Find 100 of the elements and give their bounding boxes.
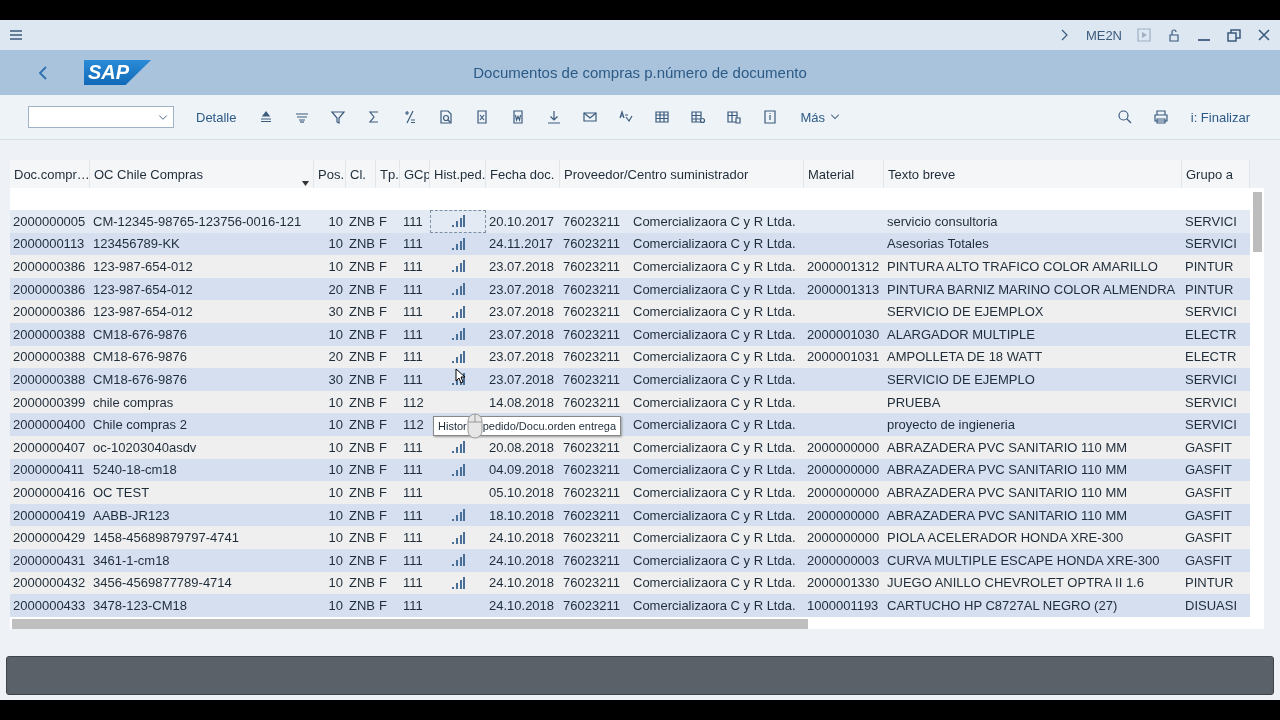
- table-cell-text: 23.07.2018: [488, 281, 556, 297]
- table-cell-text: PINTUR: [1184, 281, 1235, 297]
- table-cell-text: ZNB: [348, 326, 376, 342]
- table-cell-text: 123456789-KK: [92, 236, 181, 252]
- unlocked-lock-icon[interactable]: [1166, 27, 1182, 43]
- table-cell-text: SERVICI: [1184, 371, 1238, 387]
- table-cell-text: 76023211: [562, 439, 621, 455]
- table-cell-text: 2000000388: [12, 371, 87, 387]
- table-cell-text: CM18-676-9876: [92, 349, 188, 365]
- table-cell-text: 76023211: [562, 530, 621, 546]
- close-icon[interactable]: [1256, 27, 1272, 43]
- table-cell-text: 23.07.2018: [488, 326, 556, 342]
- document-search-icon[interactable]: [438, 109, 455, 125]
- detail-button[interactable]: Detalle: [194, 107, 239, 127]
- table-cell-text: Asesorias Totales: [886, 236, 990, 252]
- menu-icon[interactable]: [8, 27, 24, 43]
- scrollbar-thumb[interactable]: [12, 618, 808, 629]
- table-cell-text: 24.10.2018: [488, 552, 556, 568]
- table-cell-text: 3461-1-cm18: [92, 552, 171, 568]
- table-cell-text: PINTURA ALTO TRAFICO COLOR AMARILLO: [886, 259, 1159, 274]
- table-cell-text: Comercializaora C y R Ltda.: [632, 326, 797, 342]
- table-cell-text: 111: [402, 552, 424, 568]
- print-icon[interactable]: [1152, 109, 1169, 125]
- table-cell-text: 111: [402, 213, 424, 229]
- table-cell-text: ZNB: [348, 349, 376, 365]
- table-cell-text: Comercializaora C y R Ltda.: [632, 484, 797, 500]
- table-cell-text: 10: [327, 394, 344, 410]
- table-cell-text: 04.09.2018: [488, 462, 556, 478]
- table-cell-text: 76023211: [562, 281, 621, 297]
- table-cell-text: SERVICI: [1184, 394, 1238, 410]
- table-cell-text: ABRAZADERA PVC SANITARIO 110 MM: [886, 439, 1129, 455]
- layout-grid-icon[interactable]: [654, 109, 671, 125]
- sort-indicator-icon: [302, 181, 309, 186]
- table-cell-text: 3456-4569877789-4714: [92, 575, 233, 591]
- table-cell-text: 111: [402, 484, 424, 500]
- table-cell-text: Comercializaora C y R Ltda.: [632, 304, 797, 320]
- table-cell-text: 111: [402, 326, 424, 342]
- table-cell-text: 2000000000: [806, 462, 881, 478]
- more-button[interactable]: Más: [798, 107, 844, 127]
- table-cell-text: SERVICIO DE EJEMPLOX: [886, 304, 1045, 320]
- table-cell-text: 23.07.2018: [488, 259, 556, 274]
- table-cell-text: 2000000003: [806, 552, 881, 568]
- table-cell-text: CM-12345-98765-123756-0016-121: [92, 213, 303, 229]
- table-cell-text: ZNB: [348, 462, 376, 478]
- finish-button[interactable]: i: Finalizar: [1188, 107, 1252, 127]
- table-cell-text: ZNB: [348, 597, 376, 613]
- table-cell-text: F: [378, 281, 388, 297]
- table-cell-text: chile compras: [92, 394, 175, 410]
- table-cell-text: servicio consultoria: [886, 213, 999, 229]
- table-cell-text: 20.10.2017: [488, 213, 556, 229]
- table-cell-text: ZNB: [348, 439, 376, 455]
- search-icon[interactable]: [1116, 109, 1133, 125]
- table-cell-text: 76023211: [562, 575, 621, 591]
- table-cell-text: ZNB: [348, 507, 376, 523]
- table-cell-text: 2000000388: [12, 326, 87, 342]
- table-cell-text: 2000000386: [12, 304, 87, 320]
- table-cell-text: ZNB: [348, 484, 376, 500]
- table-cell-text: Comercializaora C y R Ltda.: [632, 394, 797, 410]
- info-icon[interactable]: [762, 109, 779, 125]
- table-cell-text: GASFIT: [1184, 552, 1233, 568]
- table-cell-text: Comercializaora C y R Ltda.: [632, 507, 797, 523]
- table-cell-text: F: [378, 213, 388, 229]
- table-cell-text: 2000000433: [12, 597, 87, 613]
- filter-icon[interactable]: [330, 109, 347, 125]
- table-cell-text: PRUEBA: [886, 394, 942, 410]
- grid-change-icon[interactable]: [726, 109, 743, 125]
- table-cell-text: 76023211: [562, 236, 621, 252]
- table-cell-text: 76023211: [562, 552, 621, 568]
- table-cell-text: PINTUR: [1184, 575, 1235, 591]
- table-cell-text: ZNB: [348, 417, 376, 433]
- table-cell-text: 10: [327, 530, 344, 546]
- table-cell-text: Comercializaora C y R Ltda.: [632, 552, 797, 568]
- table-cell-text: ALARGADOR MULTIPLE: [886, 326, 1036, 342]
- table-cell-text: F: [378, 439, 388, 455]
- table-cell-text: F: [378, 326, 388, 342]
- restore-icon[interactable]: [1226, 27, 1242, 43]
- table-cell-text: oc-10203040asdv: [92, 439, 198, 455]
- table-cell-text: Comercializaora C y R Ltda.: [632, 530, 797, 546]
- table-cell-text: 23.07.2018: [488, 371, 556, 387]
- table-cell-text: 2000000005: [12, 213, 87, 229]
- table-cell-text: 76023211: [562, 349, 621, 365]
- table-cell-text: 20: [327, 281, 344, 297]
- table-cell-text: 111: [402, 597, 424, 613]
- table-cell-text: Comercializaora C y R Ltda.: [632, 439, 797, 455]
- scrollbar-thumb[interactable]: [1253, 192, 1262, 252]
- table-cell-text: 1458-45689879797-4741: [92, 530, 241, 546]
- table-cell-text: AABB-JR123: [92, 507, 171, 523]
- mail-icon[interactable]: [582, 109, 599, 125]
- grid-settings-icon[interactable]: [690, 109, 707, 125]
- table-cell-text: ZNB: [348, 213, 376, 229]
- table-cell-text: F: [378, 597, 388, 613]
- table-cell-text: 24.10.2018: [488, 530, 556, 546]
- table-cell-text: 76023211: [562, 597, 621, 613]
- table-cell-text: 76023211: [562, 462, 621, 478]
- table-cell-text: 3478-123-CM18: [92, 597, 188, 613]
- table-cell-text: ZNB: [348, 281, 376, 297]
- table-cell-text: SERVICI: [1184, 417, 1238, 433]
- table-cell-text: 2000000416: [12, 484, 87, 500]
- table-cell-text: SERVICI: [1184, 213, 1238, 229]
- download-icon[interactable]: [546, 109, 563, 125]
